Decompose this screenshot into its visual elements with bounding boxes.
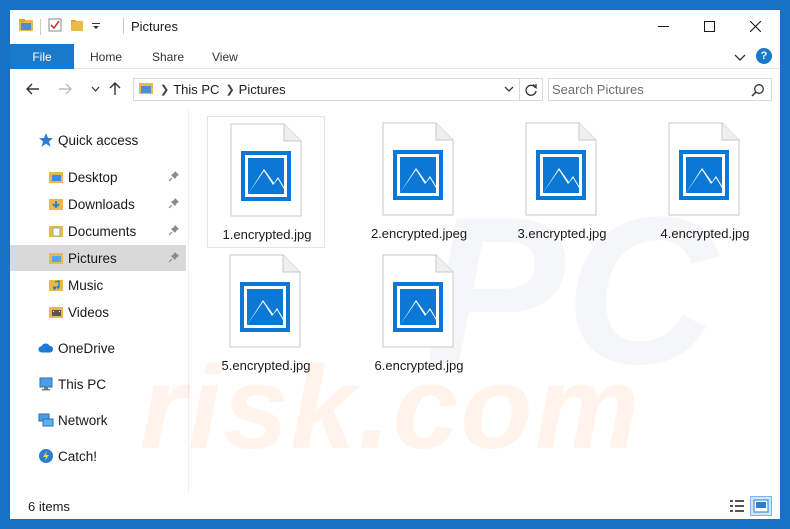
pin-icon[interactable]: [168, 251, 180, 266]
file-item[interactable]: 1.encrypted.jpg: [207, 116, 325, 248]
star-icon: [38, 132, 54, 148]
file-name: 3.encrypted.jpg: [517, 226, 607, 241]
sidebar-item-music[interactable]: Music: [10, 272, 186, 298]
customize-toolbar-icon[interactable]: [91, 19, 101, 34]
breadcrumb-this-pc[interactable]: This PC: [173, 82, 219, 97]
network-icon: [38, 412, 54, 428]
desktop-folder-icon: [48, 169, 64, 185]
sidebar-item-network[interactable]: Network: [10, 407, 186, 433]
file-list: PC 1.encrypted.jpg 2.encrypted.jpeg 3.en…: [200, 108, 780, 493]
file-name: 1.encrypted.jpg: [222, 227, 312, 242]
sidebar-item-label: Documents: [68, 223, 137, 239]
file-item[interactable]: 5.encrypted.jpg: [207, 248, 325, 380]
help-button[interactable]: ?: [756, 48, 772, 64]
sidebar-item-documents[interactable]: Documents: [10, 218, 186, 244]
address-dropdown-icon[interactable]: [503, 83, 515, 98]
window-title: Pictures: [131, 19, 178, 34]
recent-locations-button[interactable]: [86, 80, 104, 98]
documents-folder-icon: [48, 223, 64, 239]
file-item[interactable]: 6.encrypted.jpg: [360, 248, 478, 380]
sidebar-item-videos[interactable]: Videos: [10, 299, 186, 325]
quick-access-toolbar: [18, 17, 101, 36]
properties-icon[interactable]: [47, 17, 63, 36]
file-explorer-window: Pictures File Home Share View ? ❯ This P…: [9, 9, 781, 520]
back-button[interactable]: [24, 80, 42, 98]
chevron-down-icon[interactable]: [734, 50, 746, 65]
file-name: 6.encrypted.jpg: [374, 358, 464, 373]
large-icons-view-button[interactable]: [750, 496, 772, 516]
sidebar-item-label: This PC: [58, 376, 107, 392]
sidebar-item-pictures[interactable]: Pictures: [10, 245, 186, 271]
folder-app-icon: [18, 17, 34, 36]
file-name: 4.encrypted.jpg: [660, 226, 750, 241]
item-count: 6 items: [28, 499, 70, 514]
music-folder-icon: [48, 277, 64, 293]
sidebar-item-label: Catch!: [58, 448, 98, 464]
pin-icon[interactable]: [168, 170, 180, 185]
file-item[interactable]: 4.encrypted.jpg: [646, 116, 764, 248]
image-file-icon: [382, 122, 454, 216]
sidebar-item-downloads[interactable]: Downloads: [10, 191, 186, 217]
computer-icon: [38, 376, 54, 392]
image-file-icon: [382, 254, 454, 348]
image-file-icon: [229, 254, 301, 348]
sidebar-item-label: Desktop: [68, 169, 118, 185]
file-name: 2.encrypted.jpeg: [370, 226, 468, 241]
close-button[interactable]: [732, 10, 778, 42]
image-file-icon: [525, 122, 597, 216]
sidebar-item-this-pc[interactable]: This PC: [10, 371, 186, 397]
details-view-icon: [730, 500, 744, 512]
address-bar[interactable]: ❯ This PC ❯ Pictures: [133, 78, 520, 101]
sidebar-item-onedrive[interactable]: OneDrive: [10, 335, 186, 361]
videos-folder-icon: [48, 304, 64, 320]
file-item[interactable]: 3.encrypted.jpg: [503, 116, 621, 248]
sidebar-item-catch[interactable]: Catch!: [10, 443, 186, 469]
sidebar-item-label: Videos: [68, 304, 110, 320]
sidebar-item-label: Downloads: [68, 196, 135, 212]
tab-file[interactable]: File: [10, 44, 74, 69]
navigation-bar: ❯ This PC ❯ Pictures: [10, 70, 780, 108]
tab-home[interactable]: Home: [90, 44, 122, 69]
ribbon: File Home Share View ?: [10, 42, 780, 69]
sidebar-item-quick-access[interactable]: Quick access: [10, 127, 186, 153]
catch-icon: [38, 448, 54, 464]
minimize-button[interactable]: [640, 10, 686, 42]
sidebar-item-label: Music: [68, 277, 104, 293]
pin-icon[interactable]: [168, 224, 180, 239]
chevron-right-icon[interactable]: ❯: [225, 83, 234, 96]
sidebar-item-label: OneDrive: [58, 340, 116, 356]
search-box[interactable]: [548, 78, 772, 101]
search-input[interactable]: [552, 82, 742, 97]
sidebar-item-label: Quick access: [58, 132, 139, 148]
refresh-button[interactable]: [520, 78, 543, 101]
large-icons-view-icon: [753, 499, 769, 513]
breadcrumb-pictures[interactable]: Pictures: [239, 82, 286, 97]
forward-button[interactable]: [56, 80, 74, 98]
status-bar: 6 items: [10, 493, 780, 519]
chevron-right-icon[interactable]: ❯: [160, 83, 169, 96]
pictures-folder-icon: [48, 250, 64, 266]
pin-icon[interactable]: [168, 197, 180, 212]
downloads-folder-icon: [48, 196, 64, 212]
tab-share[interactable]: Share: [152, 44, 184, 69]
sidebar-item-label: Pictures: [68, 250, 117, 266]
cloud-icon: [38, 340, 54, 356]
tab-view[interactable]: View: [212, 44, 238, 69]
pictures-location-icon: [138, 80, 154, 99]
up-button[interactable]: [106, 80, 124, 98]
sidebar-item-desktop[interactable]: Desktop: [10, 164, 186, 190]
image-file-icon: [230, 123, 302, 217]
refresh-icon: [525, 83, 537, 96]
file-item[interactable]: 2.encrypted.jpeg: [360, 116, 478, 248]
details-view-button[interactable]: [726, 496, 748, 516]
sidebar-item-label: Network: [58, 412, 108, 428]
new-folder-icon[interactable]: [69, 17, 85, 36]
maximize-button[interactable]: [686, 10, 732, 42]
navigation-pane: Quick access Desktop Downloads Documents…: [10, 108, 188, 493]
image-file-icon: [668, 122, 740, 216]
sidebar-divider: [188, 108, 189, 493]
file-name: 5.encrypted.jpg: [221, 358, 311, 373]
title-bar: Pictures: [10, 10, 780, 42]
search-icon[interactable]: [751, 83, 765, 100]
